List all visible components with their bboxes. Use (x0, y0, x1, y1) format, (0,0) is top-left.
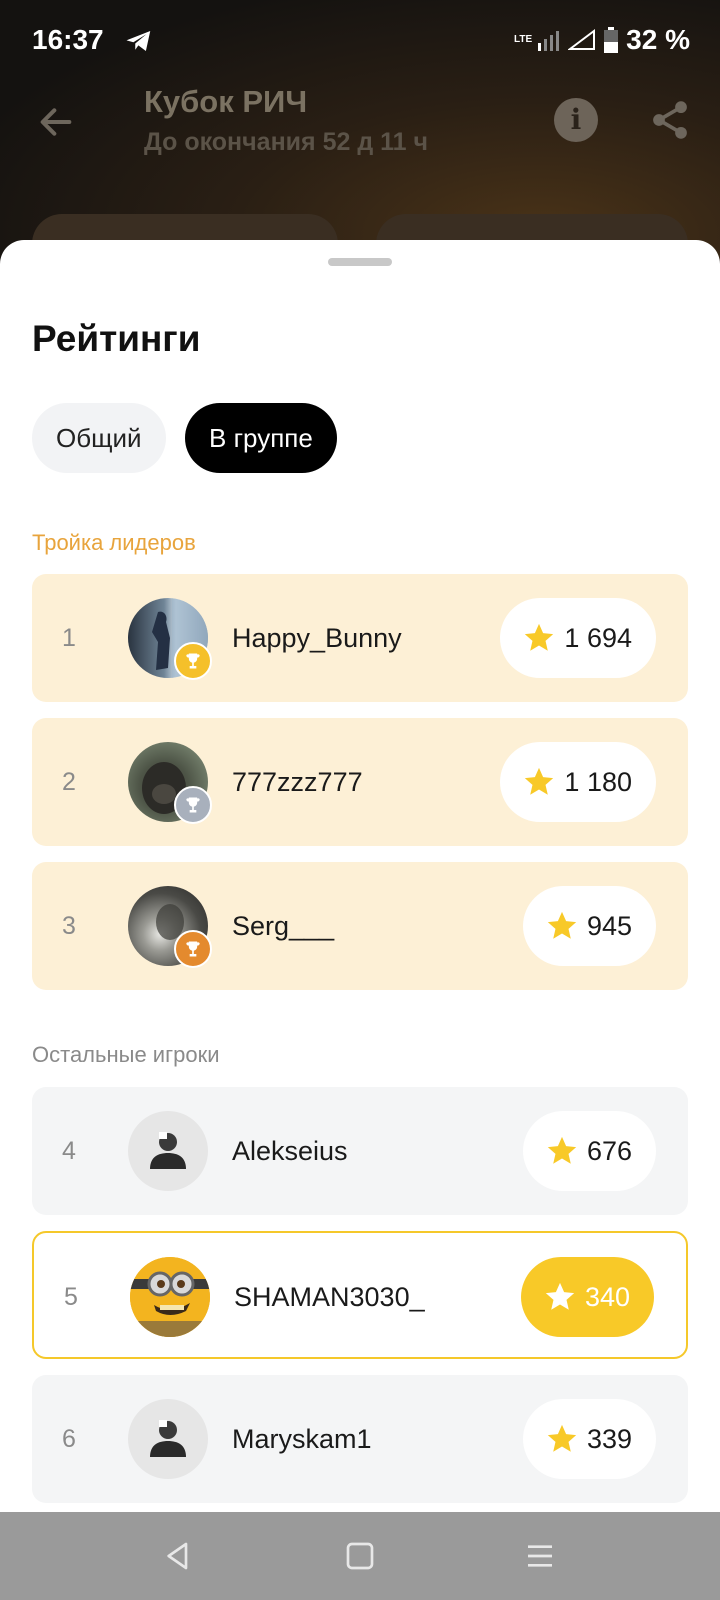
player-name: Serg___ (232, 911, 335, 941)
score-value: 676 (586, 1135, 632, 1166)
battery-level: 32 % (626, 24, 690, 55)
bronze-trophy-icon (174, 930, 212, 968)
star-icon (547, 1136, 577, 1164)
gold-trophy-icon (174, 642, 212, 680)
rank-number: 3 (62, 912, 76, 940)
leaders-section-label: Тройка лидеров (32, 530, 196, 555)
system-nav-bar (0, 1512, 720, 1600)
score-badge: 1 694 (500, 598, 656, 678)
rank-number: 1 (62, 624, 76, 652)
silver-trophy-icon (174, 786, 212, 824)
status-time: 16:37 (32, 24, 104, 55)
rank-number: 6 (62, 1425, 76, 1453)
page-title: Кубок РИЧ (144, 84, 308, 119)
star-icon (525, 623, 554, 651)
score-badge: 676 (522, 1111, 656, 1191)
back-arrow-icon[interactable] (36, 102, 76, 142)
battery-icon (604, 27, 619, 53)
others-section-label: Остальные игроки (32, 1042, 220, 1067)
tab-in-group[interactable]: В группе (185, 403, 337, 473)
network-type: LTE (514, 34, 533, 45)
player-name: Alekseius (232, 1136, 348, 1166)
drag-handle[interactable] (328, 258, 392, 266)
status-indicators: LTE 32 % (514, 24, 690, 56)
score-value: 1 180 (564, 766, 632, 797)
leader-row-3[interactable]: 3 Serg___ 945 (32, 862, 688, 990)
score-badge: 339 (522, 1399, 656, 1479)
default-avatar-icon (128, 1111, 208, 1191)
score-value: 339 (586, 1423, 632, 1454)
telegram-icon (126, 31, 151, 51)
score-badge: 1 180 (500, 742, 656, 822)
score-value: 1 694 (564, 622, 632, 653)
avatar (130, 1257, 210, 1337)
nav-menu-icon[interactable] (524, 1540, 556, 1572)
default-avatar-icon (128, 1399, 208, 1479)
score-value: 945 (586, 910, 632, 941)
nav-back-icon[interactable] (162, 1540, 194, 1572)
page-subtitle: До окончания 52 д 11 ч (144, 128, 429, 156)
score-badge-highlighted: 340 (520, 1257, 654, 1337)
nav-home-icon[interactable] (344, 1540, 376, 1572)
share-icon[interactable] (648, 98, 692, 142)
star-icon (547, 911, 577, 939)
leader-row-2[interactable]: 2 777zzz777 1 180 (32, 718, 688, 846)
star-icon (525, 767, 554, 795)
player-name: 777zzz777 (232, 767, 363, 797)
score-badge: 945 (522, 886, 656, 966)
app-bar: Кубок РИЧ До окончания 52 д 11 ч i (0, 80, 720, 200)
leader-row-1[interactable]: 1 Happy_Bunny 1 694 (32, 574, 688, 702)
star-icon (545, 1282, 575, 1310)
sheet-title: Рейтинги (32, 318, 201, 359)
star-icon (547, 1424, 577, 1452)
rank-number: 5 (64, 1283, 78, 1311)
player-row-5-current-user[interactable]: 5 SHAMAN3030_ 340 (32, 1231, 688, 1359)
player-name: Happy_Bunny (232, 623, 402, 653)
status-bar: 16:37 LTE 32 % (0, 0, 720, 80)
rank-number: 4 (62, 1137, 76, 1165)
rank-number: 2 (62, 768, 76, 796)
tab-general[interactable]: Общий (32, 403, 166, 473)
player-name: SHAMAN3030_ (234, 1282, 425, 1312)
player-row-6[interactable]: 6 Maryskam1 339 (32, 1375, 688, 1503)
signal-icon (538, 31, 560, 51)
info-icon[interactable]: i (554, 98, 598, 142)
ratings-bottom-sheet: Рейтинги Общий В группе Тройка лидеров 1… (0, 240, 720, 1512)
player-row-4[interactable]: 4 Alekseius 676 (32, 1087, 688, 1215)
wifi-signal-icon (568, 29, 596, 50)
score-value: 340 (584, 1281, 630, 1312)
player-name: Maryskam1 (232, 1424, 372, 1454)
